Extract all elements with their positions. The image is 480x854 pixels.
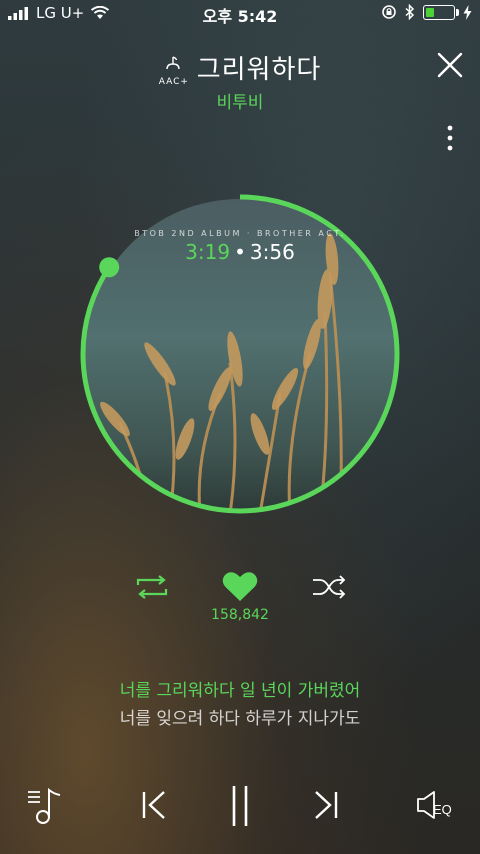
- playlist-button[interactable]: [26, 784, 66, 826]
- total-time: 3:56: [249, 240, 295, 264]
- orientation-lock-icon: [382, 5, 396, 19]
- eq-button[interactable]: EQ: [414, 784, 460, 826]
- close-button[interactable]: [437, 52, 463, 78]
- audio-format-label: AAC+: [158, 77, 189, 87]
- shuffle-button[interactable]: [311, 574, 347, 600]
- more-options-button[interactable]: [444, 124, 456, 152]
- lyric-current-line[interactable]: 너를 그리워하다 일 년이 가버렸어: [0, 676, 480, 701]
- aac-badge: AAC+: [158, 48, 189, 87]
- time-display: 3:19 • 3:56: [80, 240, 400, 264]
- album-label: BTOB 2ND ALBUM · BROTHER ACT.: [134, 229, 346, 238]
- speaker-icon: [417, 791, 435, 819]
- song-title-row: AAC+ 그리워하다: [0, 48, 480, 87]
- current-time: 3:19: [185, 240, 231, 264]
- artist-name[interactable]: 비투비: [0, 88, 480, 113]
- like-count: 158,842: [211, 607, 269, 623]
- bluetooth-icon: [405, 4, 415, 20]
- battery-icon: [423, 4, 459, 20]
- status-bar: LG U+ 오후 5:42: [0, 0, 480, 26]
- charging-icon: [463, 4, 472, 20]
- next-track-button[interactable]: [310, 784, 342, 826]
- repeat-button[interactable]: [134, 574, 170, 600]
- previous-track-button[interactable]: [138, 784, 170, 826]
- pause-button[interactable]: [226, 782, 254, 830]
- music-note-badge-icon: [165, 56, 180, 70]
- eq-label: EQ: [433, 802, 452, 817]
- time-separator: •: [234, 240, 246, 264]
- lyric-next-line[interactable]: 너를 잊으려 하다 하루가 지나가도: [0, 704, 480, 729]
- song-title: 그리워하다: [196, 55, 322, 85]
- like-button[interactable]: [222, 570, 258, 602]
